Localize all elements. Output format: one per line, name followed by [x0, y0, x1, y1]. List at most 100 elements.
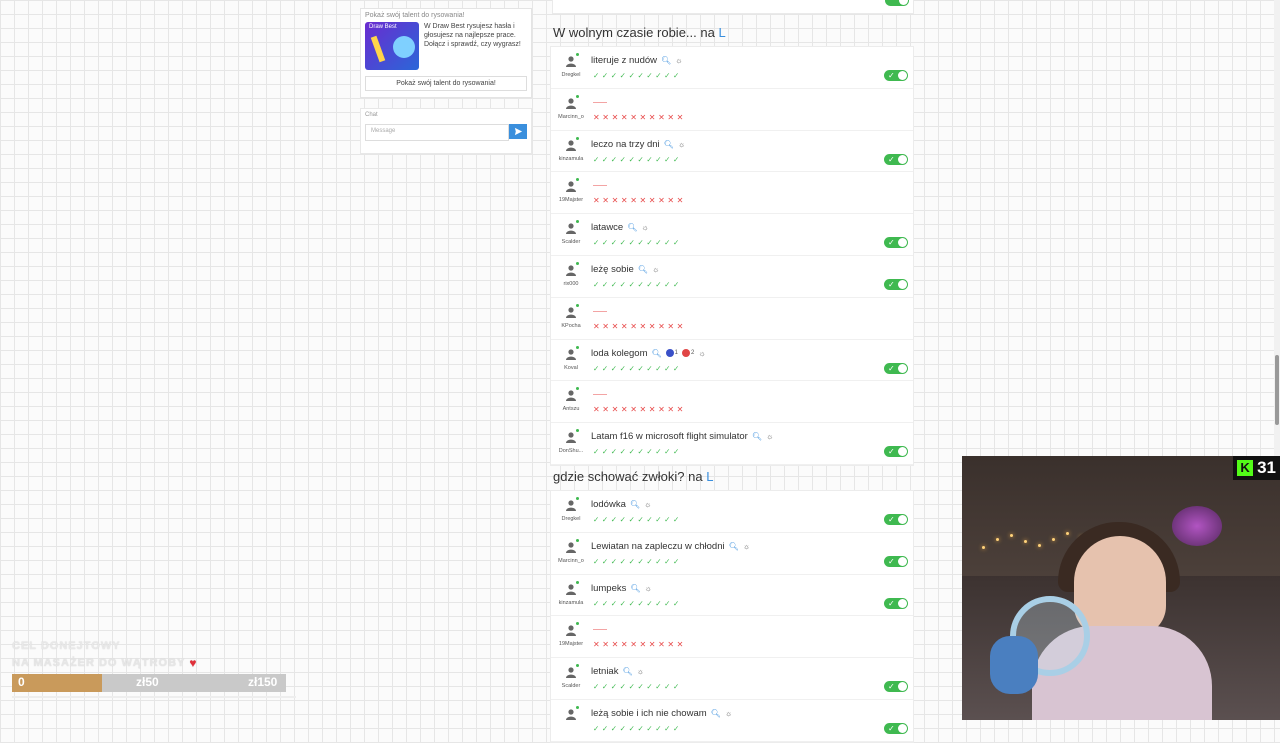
check-icon[interactable]: ✓ [629, 448, 635, 456]
cross-icon[interactable]: ✕ [649, 641, 656, 649]
check-icon[interactable]: ✓ [620, 683, 626, 691]
check-icon[interactable]: ✓ [646, 516, 652, 524]
cross-icon[interactable]: ✕ [658, 113, 665, 122]
reaction-icon[interactable]: ☼ [698, 349, 705, 358]
check-icon[interactable]: ✓ [593, 155, 599, 164]
cross-icon[interactable]: ✕ [677, 113, 684, 122]
cross-icon[interactable]: ✕ [602, 641, 609, 649]
reaction-icon[interactable]: ☼ [641, 223, 648, 232]
check-icon[interactable]: ✓ [611, 599, 617, 608]
check-icon[interactable]: ✓ [620, 599, 626, 608]
chat-send-button[interactable] [509, 124, 527, 139]
check-icon[interactable]: ✓ [620, 364, 626, 373]
accept-toggle[interactable]: ✓ [884, 722, 908, 734]
check-icon[interactable]: ✓ [664, 155, 670, 164]
check-icon[interactable]: ✓ [637, 724, 643, 733]
check-icon[interactable]: ✓ [646, 72, 652, 80]
check-icon[interactable]: ✓ [637, 72, 643, 80]
cross-icon[interactable]: ✕ [667, 113, 674, 122]
accept-toggle[interactable] [885, 0, 909, 6]
check-icon[interactable]: ✓ [673, 364, 679, 373]
reaction-icon[interactable]: ☼ [678, 140, 685, 149]
cross-icon[interactable]: ✕ [621, 322, 628, 331]
reaction-icon[interactable]: ☼ [675, 56, 682, 65]
check-icon[interactable]: ✓ [646, 239, 652, 247]
cross-icon[interactable]: ✕ [639, 406, 646, 414]
check-icon[interactable]: ✓ [673, 280, 679, 289]
check-icon[interactable]: ✓ [629, 683, 635, 691]
red-vote-badge[interactable]: 2 [682, 349, 694, 358]
cross-icon[interactable]: ✕ [658, 322, 665, 331]
check-icon[interactable]: ✓ [629, 364, 635, 373]
search-icon[interactable]: 🔍︎ [652, 349, 662, 358]
cross-icon[interactable]: ✕ [621, 197, 628, 205]
cross-icon[interactable]: ✕ [667, 197, 674, 205]
check-icon[interactable]: ✓ [664, 557, 670, 566]
check-icon[interactable]: ✓ [620, 448, 626, 456]
reaction-icon[interactable]: ☼ [637, 667, 644, 676]
cross-icon[interactable]: ✕ [649, 322, 656, 331]
check-icon[interactable]: ✓ [593, 516, 599, 524]
check-icon[interactable]: ✓ [655, 239, 661, 247]
cross-icon[interactable]: ✕ [667, 641, 674, 649]
check-icon[interactable]: ✓ [629, 557, 635, 566]
check-icon[interactable]: ✓ [602, 239, 608, 247]
check-icon[interactable]: ✓ [620, 280, 626, 289]
check-icon[interactable]: ✓ [673, 683, 679, 691]
check-icon[interactable]: ✓ [602, 599, 608, 608]
reaction-icon[interactable]: ☼ [766, 432, 773, 441]
check-icon[interactable]: ✓ [664, 448, 670, 456]
check-icon[interactable]: ✓ [593, 72, 599, 80]
check-icon[interactable]: ✓ [593, 557, 599, 566]
check-icon[interactable]: ✓ [593, 280, 599, 289]
reaction-icon[interactable]: ☼ [645, 584, 652, 593]
check-icon[interactable]: ✓ [655, 599, 661, 608]
cross-icon[interactable]: ✕ [630, 406, 637, 414]
check-icon[interactable]: ✓ [655, 724, 661, 733]
check-icon[interactable]: ✓ [673, 239, 679, 247]
check-icon[interactable]: ✓ [637, 683, 643, 691]
check-icon[interactable]: ✓ [646, 683, 652, 691]
search-icon[interactable]: 🔍︎ [622, 667, 632, 676]
cross-icon[interactable]: ✕ [639, 322, 646, 331]
cross-icon[interactable]: ✕ [667, 322, 674, 331]
check-icon[interactable]: ✓ [637, 516, 643, 524]
cross-icon[interactable]: ✕ [602, 406, 609, 414]
reaction-icon[interactable]: ☼ [644, 500, 651, 509]
check-icon[interactable]: ✓ [664, 683, 670, 691]
check-icon[interactable]: ✓ [611, 280, 617, 289]
accept-toggle[interactable]: ✓ [884, 362, 908, 374]
check-icon[interactable]: ✓ [602, 724, 608, 733]
check-icon[interactable]: ✓ [611, 239, 617, 247]
cross-icon[interactable]: ✕ [630, 322, 637, 331]
check-icon[interactable]: ✓ [646, 280, 652, 289]
accept-toggle[interactable]: ✓ [884, 237, 908, 249]
check-icon[interactable]: ✓ [673, 557, 679, 566]
check-icon[interactable]: ✓ [655, 557, 661, 566]
check-icon[interactable]: ✓ [620, 516, 626, 524]
check-icon[interactable]: ✓ [611, 516, 617, 524]
blue-vote-badge[interactable]: 1 [665, 349, 678, 358]
check-icon[interactable]: ✓ [602, 72, 608, 80]
accept-toggle[interactable]: ✓ [884, 153, 908, 165]
check-icon[interactable]: ✓ [602, 557, 608, 566]
cross-icon[interactable]: ✕ [593, 322, 600, 331]
check-icon[interactable]: ✓ [637, 448, 643, 456]
check-icon[interactable]: ✓ [602, 155, 608, 164]
cross-icon[interactable]: ✕ [602, 113, 609, 122]
cross-icon[interactable]: ✕ [639, 113, 646, 122]
check-icon[interactable]: ✓ [637, 280, 643, 289]
check-icon[interactable]: ✓ [673, 724, 679, 733]
check-icon[interactable]: ✓ [620, 239, 626, 247]
check-icon[interactable]: ✓ [593, 364, 599, 373]
check-icon[interactable]: ✓ [637, 557, 643, 566]
cross-icon[interactable]: ✕ [658, 641, 665, 649]
check-icon[interactable]: ✓ [611, 683, 617, 691]
cross-icon[interactable]: ✕ [639, 641, 646, 649]
check-icon[interactable]: ✓ [611, 364, 617, 373]
search-icon[interactable]: 🔍︎ [661, 56, 671, 65]
check-icon[interactable]: ✓ [664, 280, 670, 289]
promo-button[interactable]: Pokaż swój talent do rysowania! [365, 76, 527, 91]
cross-icon[interactable]: ✕ [677, 197, 684, 205]
check-icon[interactable]: ✓ [655, 364, 661, 373]
